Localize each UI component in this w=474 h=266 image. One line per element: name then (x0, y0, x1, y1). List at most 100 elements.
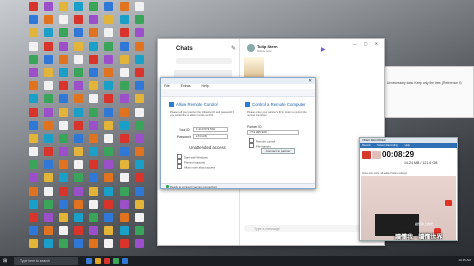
tab-help[interactable]: Help (405, 144, 410, 147)
desktop-shortcut-icon[interactable] (87, 224, 101, 237)
desktop-shortcut-icon[interactable] (132, 79, 146, 92)
desktop-shortcut-icon[interactable] (41, 185, 55, 198)
remote-control-dialog[interactable]: ✕ File Extras Help Allow Remote Control … (160, 77, 316, 189)
desktop-shortcut-icon[interactable] (72, 132, 86, 145)
connect-button[interactable]: Connect to partner (261, 148, 295, 154)
desktop-shortcut-icon[interactable] (72, 198, 86, 211)
desktop-shortcut-icon[interactable] (87, 0, 101, 13)
desktop-shortcut-icon[interactable] (132, 119, 146, 132)
desktop-shortcut-icon[interactable] (72, 26, 86, 39)
desktop-shortcut-icon[interactable] (56, 13, 70, 26)
desktop-shortcut-icon[interactable] (56, 79, 70, 92)
desktop-shortcut-icon[interactable] (117, 26, 131, 39)
background-window[interactable]: Unnecessary data. Keep only the tree: (R… (384, 66, 474, 118)
skype-icon[interactable] (122, 258, 128, 264)
desktop-shortcut-icon[interactable] (102, 79, 116, 92)
desktop-shortcut-icon[interactable] (41, 237, 55, 250)
desktop-shortcut-icon[interactable] (56, 26, 70, 39)
video-call-icon[interactable]: ▶ (321, 46, 326, 53)
desktop-shortcut-icon[interactable] (72, 119, 86, 132)
desktop-shortcut-icon[interactable] (102, 237, 116, 250)
desktop-shortcut-icon[interactable] (87, 13, 101, 26)
password-field[interactable]: s74mz8 (193, 134, 228, 139)
menu-item-extras[interactable]: Extras (181, 84, 191, 88)
desktop-shortcut-icon[interactable] (117, 92, 131, 105)
desktop-shortcut-icon[interactable] (56, 40, 70, 53)
desktop-shortcut-icon[interactable] (132, 0, 146, 13)
stop-button[interactable] (362, 151, 371, 159)
desktop-shortcut-icon[interactable] (102, 158, 116, 171)
start-icon[interactable]: ⊞ (3, 258, 7, 264)
tab-record[interactable]: Record (362, 144, 370, 147)
desktop-shortcut-icon[interactable] (26, 224, 40, 237)
pause-button[interactable] (372, 151, 381, 159)
menu-item-file[interactable]: File (164, 84, 170, 88)
desktop-shortcut-icon[interactable] (56, 224, 70, 237)
desktop-shortcut-icon[interactable] (56, 237, 70, 250)
file-explorer-icon[interactable] (86, 258, 92, 264)
desktop-shortcut-icon[interactable] (41, 92, 55, 105)
desktop-shortcut-icon[interactable] (117, 53, 131, 66)
desktop-shortcut-icon[interactable] (26, 145, 40, 158)
desktop-shortcut-icon[interactable] (117, 171, 131, 184)
desktop-shortcut-icon[interactable] (117, 198, 131, 211)
browser-icon[interactable] (104, 258, 110, 264)
desktop-shortcut-icon[interactable] (41, 40, 55, 53)
desktop-shortcut-icon[interactable] (26, 106, 40, 119)
desktop-shortcut-icon[interactable] (87, 185, 101, 198)
desktop-shortcut-icon[interactable] (87, 132, 101, 145)
desktop-shortcut-icon[interactable] (26, 158, 40, 171)
desktop-shortcut-icon[interactable] (41, 145, 55, 158)
menu-item-help[interactable]: Help (202, 84, 209, 88)
desktop-shortcut-icon[interactable] (102, 145, 116, 158)
desktop-shortcut-icon[interactable] (117, 132, 131, 145)
desktop-shortcut-icon[interactable] (102, 66, 116, 79)
desktop-shortcut-icon[interactable] (87, 119, 101, 132)
desktop-shortcut-icon[interactable] (102, 211, 116, 224)
desktop-shortcut-icon[interactable] (26, 66, 40, 79)
desktop-shortcut-icon[interactable] (132, 132, 146, 145)
desktop-shortcut-icon[interactable] (56, 185, 70, 198)
desktop-shortcut-icon[interactable] (41, 53, 55, 66)
desktop-shortcut-icon[interactable] (72, 79, 86, 92)
folder-icon[interactable] (95, 258, 101, 264)
desktop-shortcut-icon[interactable] (117, 66, 131, 79)
desktop-shortcut-icon[interactable] (87, 106, 101, 119)
desktop-shortcut-icon[interactable] (26, 0, 40, 13)
new-chat-icon[interactable]: ✎ (231, 45, 236, 52)
desktop-shortcut-icon[interactable] (87, 145, 101, 158)
desktop-shortcut-icon[interactable] (102, 132, 116, 145)
desktop-shortcut-icon[interactable] (132, 13, 146, 26)
desktop-shortcut-icon[interactable] (56, 211, 70, 224)
desktop-shortcut-icon[interactable] (41, 79, 55, 92)
desktop-shortcut-icon[interactable] (26, 119, 40, 132)
desktop-shortcut-icon[interactable] (72, 171, 86, 184)
desktop-shortcut-icon[interactable] (132, 185, 146, 198)
option-allow-access[interactable]: Allow more about access (177, 164, 215, 170)
desktop-shortcut-icon[interactable] (87, 66, 101, 79)
desktop-shortcut-icon[interactable] (41, 224, 55, 237)
desktop-shortcut-icon[interactable] (41, 66, 55, 79)
desktop-shortcut-icon[interactable] (72, 237, 86, 250)
desktop-shortcut-icon[interactable] (72, 224, 86, 237)
desktop-shortcut-icon[interactable] (72, 0, 86, 13)
desktop-shortcut-icon[interactable] (87, 79, 101, 92)
desktop-shortcut-icon[interactable] (26, 26, 40, 39)
desktop-shortcut-icon[interactable] (56, 0, 70, 13)
desktop-shortcut-icon[interactable] (56, 158, 70, 171)
desktop-shortcut-icon[interactable] (132, 237, 146, 250)
desktop-shortcut-icon[interactable] (41, 26, 55, 39)
avatar[interactable] (247, 44, 255, 52)
desktop-shortcut-icon[interactable] (26, 211, 40, 224)
desktop-shortcut-icon[interactable] (117, 40, 131, 53)
desktop-shortcut-icon[interactable] (41, 158, 55, 171)
desktop-shortcut-icon[interactable] (41, 0, 55, 13)
desktop-shortcut-icon[interactable] (72, 158, 86, 171)
desktop-shortcut-icon[interactable] (102, 0, 116, 13)
desktop-shortcut-icon[interactable] (132, 66, 146, 79)
desktop-shortcut-icon[interactable] (26, 171, 40, 184)
recorder-window[interactable]: VIDEO RECORDER Record Screen Recording H… (359, 137, 458, 241)
desktop-shortcut-icon[interactable] (87, 211, 101, 224)
desktop-shortcut-icon[interactable] (117, 79, 131, 92)
desktop-shortcut-icon[interactable] (87, 158, 101, 171)
